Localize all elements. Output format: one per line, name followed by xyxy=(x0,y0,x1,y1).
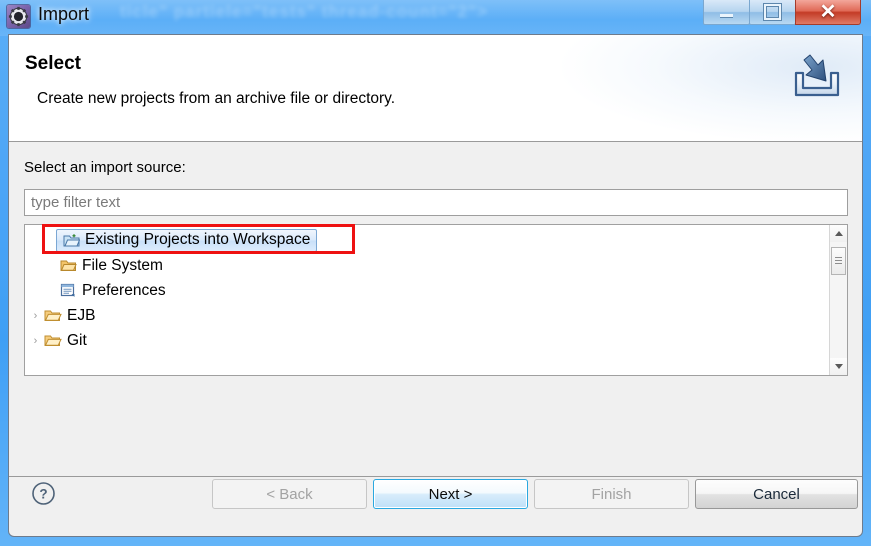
tree-selection-box: Existing Projects into Workspace xyxy=(56,229,318,252)
preferences-document-icon xyxy=(58,283,78,298)
help-icon[interactable]: ? xyxy=(31,481,56,506)
import-project-folder-icon xyxy=(61,233,81,248)
chevron-right-icon[interactable]: › xyxy=(28,335,43,347)
tree-vertical-scrollbar[interactable] xyxy=(829,225,847,375)
tree-item-preferences[interactable]: Preferences xyxy=(25,278,828,303)
maximize-icon xyxy=(764,4,781,20)
tree-item-git[interactable]: › Git xyxy=(25,328,828,353)
close-icon: ✕ xyxy=(819,1,837,23)
finish-button[interactable]: Finish xyxy=(534,479,689,509)
import-dialog-window: Import ✕ Select Create new projects from… xyxy=(0,0,871,546)
scroll-up-arrow[interactable] xyxy=(830,225,847,242)
page-title: Select xyxy=(25,53,81,74)
scrollbar-grip xyxy=(835,257,842,266)
footer-divider xyxy=(9,476,862,477)
minimize-icon xyxy=(720,14,733,17)
import-wizard-icon xyxy=(788,47,846,105)
cancel-button[interactable]: Cancel xyxy=(695,479,858,509)
tree-item-ejb[interactable]: › EJB xyxy=(25,303,828,328)
tree-list: Existing Projects into Workspace File Sy… xyxy=(25,225,828,375)
import-wizard-screenshot: ticle" partiele="tests" thread-count="2"… xyxy=(0,0,871,546)
source-label: Select an import source: xyxy=(24,159,186,176)
tree-item-file-system[interactable]: File System xyxy=(25,253,828,278)
titlebar: Import ✕ xyxy=(0,0,871,34)
filter-input[interactable] xyxy=(24,189,848,216)
dialog-body: Select Create new projects from an archi… xyxy=(8,34,863,537)
tree-item-label: Preferences xyxy=(82,281,166,299)
window-controls: ✕ xyxy=(703,0,861,26)
tree-item-existing-projects[interactable]: Existing Projects into Workspace xyxy=(25,228,828,253)
window-title: Import xyxy=(38,4,90,24)
maximize-button[interactable] xyxy=(749,0,796,25)
scrollbar-thumb[interactable] xyxy=(831,247,846,275)
minimize-button[interactable] xyxy=(703,0,750,25)
open-folder-icon xyxy=(43,333,63,348)
tree-item-label: EJB xyxy=(67,306,96,324)
tree-item-label: Existing Projects into Workspace xyxy=(85,231,311,248)
page-description: Create new projects from an archive file… xyxy=(37,90,396,107)
chevron-right-icon[interactable]: › xyxy=(28,310,43,322)
folder-icon xyxy=(58,258,78,273)
tree-item-label: File System xyxy=(82,256,163,274)
gear-icon xyxy=(7,5,30,28)
close-button[interactable]: ✕ xyxy=(795,0,861,25)
svg-text:?: ? xyxy=(39,487,47,502)
back-button[interactable]: < Back xyxy=(212,479,367,509)
open-folder-icon xyxy=(43,308,63,323)
tree-item-label: Git xyxy=(67,331,87,349)
wizard-header: Select Create new projects from an archi… xyxy=(9,35,862,142)
scroll-down-arrow[interactable] xyxy=(830,358,847,375)
import-source-tree[interactable]: Existing Projects into Workspace File Sy… xyxy=(24,224,848,376)
next-button[interactable]: Next > xyxy=(373,479,528,509)
